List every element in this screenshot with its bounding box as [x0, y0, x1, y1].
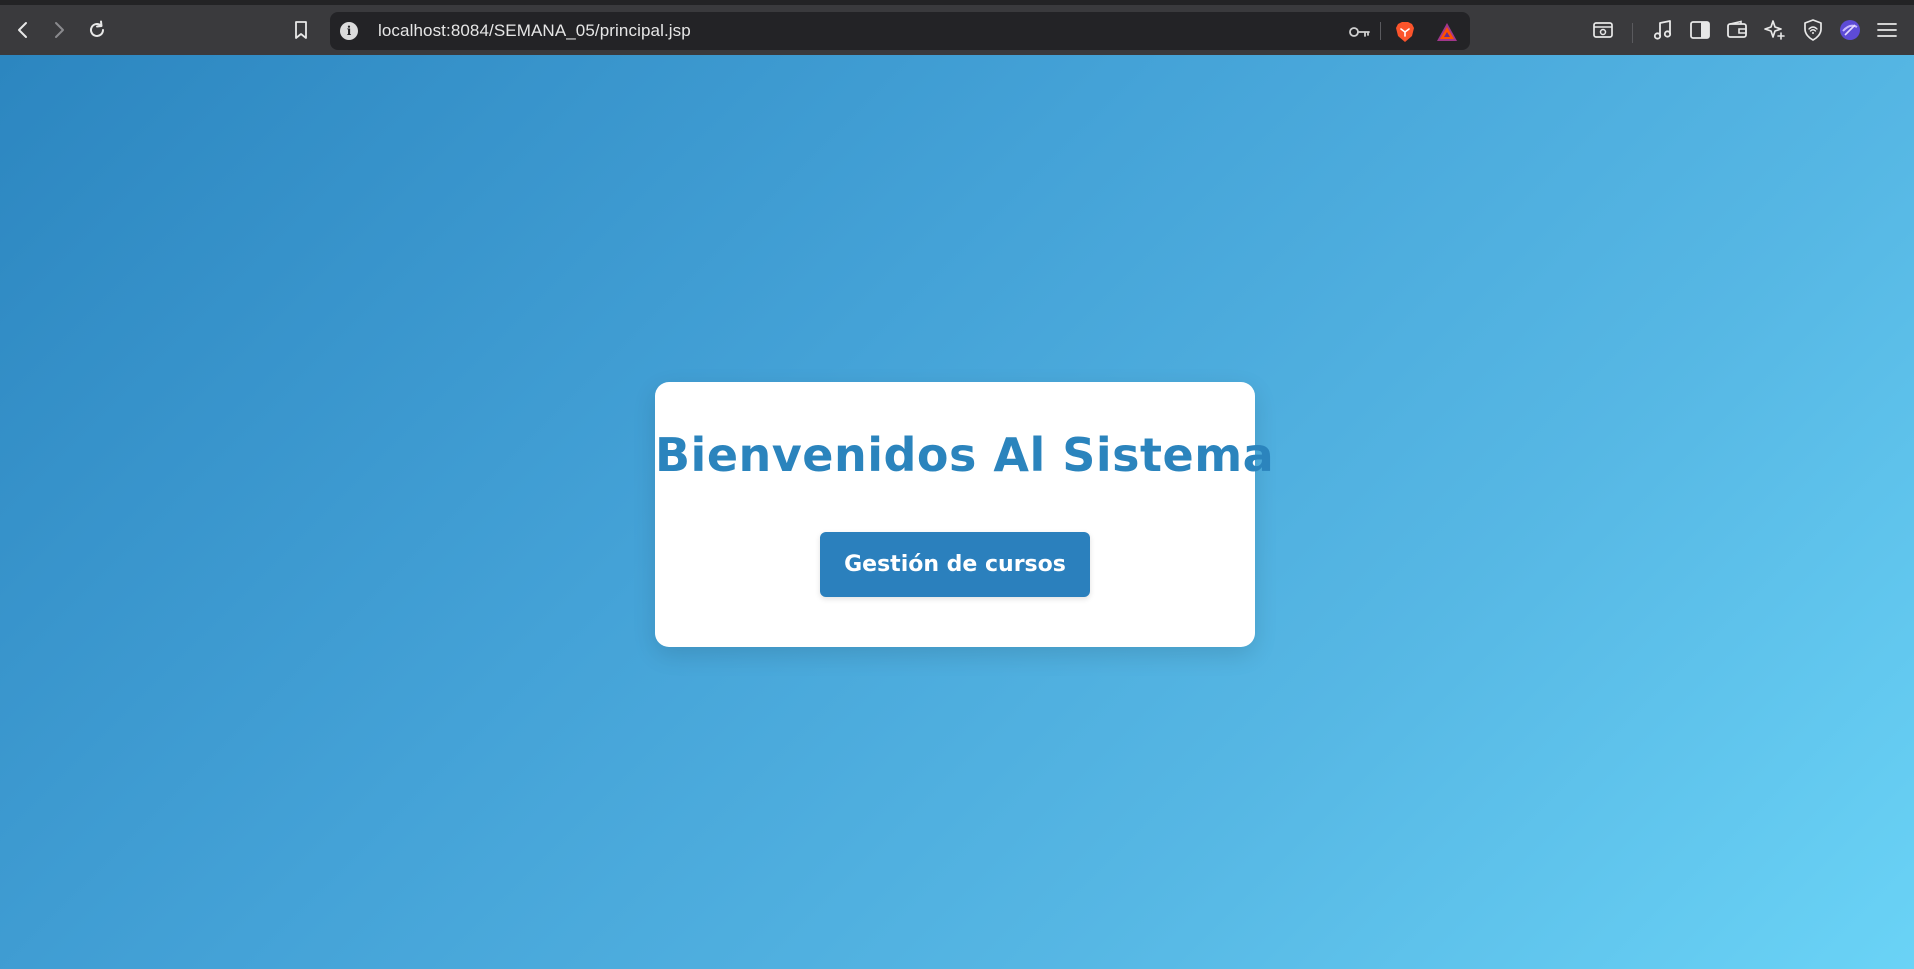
- chevron-right-icon: [55, 22, 64, 38]
- back-button[interactable]: [8, 15, 38, 45]
- reload-icon: [90, 20, 104, 37]
- sparkle-icon: [1764, 20, 1785, 40]
- info-icon[interactable]: i: [340, 22, 358, 40]
- welcome-card: Bienvenidos Al Sistema Gestión de cursos: [655, 382, 1275, 647]
- key-icon[interactable]: [1348, 20, 1372, 44]
- page-content: Bienvenidos Al Sistema Gestión de cursos: [0, 55, 1914, 969]
- url-text[interactable]: localhost:8084/SEMANA_05/principal.jsp: [378, 21, 691, 41]
- course-management-button[interactable]: Gestión de cursos: [820, 532, 1090, 597]
- triangle-icon[interactable]: [1435, 20, 1459, 44]
- profile-button[interactable]: [1835, 15, 1865, 45]
- profile-icon: [1840, 20, 1860, 40]
- forward-button[interactable]: [44, 15, 74, 45]
- bookmark-icon: [295, 21, 307, 39]
- menu-icon: [1877, 23, 1897, 37]
- screenshot-button[interactable]: [1588, 15, 1618, 45]
- leo-button[interactable]: [1760, 15, 1790, 45]
- divider: [1632, 23, 1633, 43]
- sidebar-icon: [1690, 21, 1710, 39]
- address-bar[interactable]: i localhost:8084/SEMANA_05/principal.jsp: [330, 12, 1470, 50]
- wallet-button[interactable]: [1722, 15, 1752, 45]
- bookmark-button[interactable]: [286, 15, 316, 45]
- wallet-icon: [1727, 20, 1747, 38]
- reload-button[interactable]: [82, 15, 112, 45]
- browser-toolbar: i localhost:8084/SEMANA_05/principal.jsp: [0, 0, 1914, 55]
- chevron-left-icon: [18, 22, 27, 38]
- page-title: Bienvenidos Al Sistema: [655, 428, 1275, 482]
- screenshot-icon: [1593, 22, 1613, 38]
- media-button[interactable]: [1648, 15, 1678, 45]
- vpn-button[interactable]: [1798, 15, 1828, 45]
- sidebar-button[interactable]: [1685, 15, 1715, 45]
- vpn-shield-icon: [1804, 19, 1822, 41]
- divider: [1380, 22, 1381, 40]
- music-note-icon: [1653, 20, 1672, 40]
- brave-lion-icon[interactable]: [1393, 20, 1417, 44]
- menu-button[interactable]: [1872, 15, 1902, 45]
